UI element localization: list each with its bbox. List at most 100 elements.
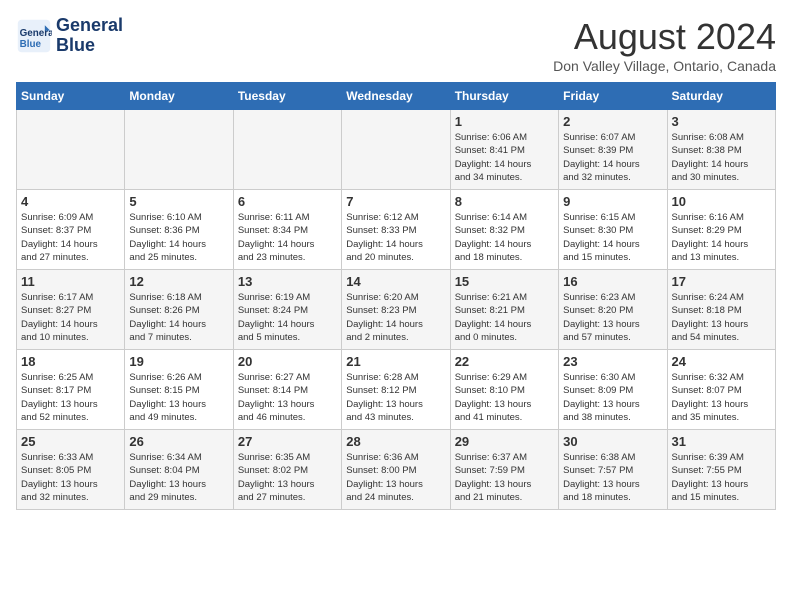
calendar-cell: 13Sunrise: 6:19 AM Sunset: 8:24 PM Dayli… bbox=[233, 270, 341, 350]
day-number: 23 bbox=[563, 354, 662, 369]
day-number: 1 bbox=[455, 114, 554, 129]
calendar-cell: 20 Sunrise: 6:27 AM Sunset: 8:14 PM Dayli… bbox=[233, 350, 341, 430]
calendar-cell: 24 Sunrise: 6:32 AM Sunset: 8:07 PM Dayli… bbox=[667, 350, 775, 430]
header: General Blue General Blue August 2024 Do… bbox=[16, 16, 776, 74]
day-number: 14 bbox=[346, 274, 445, 289]
day-number: 31 bbox=[672, 434, 771, 449]
day-number: 30 bbox=[563, 434, 662, 449]
calendar-cell bbox=[125, 110, 233, 190]
day-number: 27 bbox=[238, 434, 337, 449]
calendar-cell: 17 Sunrise: 6:24 AM Sunset: 8:18 PM Dayli… bbox=[667, 270, 775, 350]
day-info: Sunrise: 6:23 AM Sunset: 8:20 PM Dayligh… bbox=[563, 291, 662, 344]
day-number: 15 bbox=[455, 274, 554, 289]
calendar-body: 1 Sunrise: 6:06 AM Sunset: 8:41 PM Daylig… bbox=[17, 110, 776, 510]
day-number: 6 bbox=[238, 194, 337, 209]
day-info: Sunrise: 6:25 AM Sunset: 8:17 PM Dayligh… bbox=[21, 371, 120, 424]
header-cell-friday: Friday bbox=[559, 83, 667, 110]
calendar-cell: 15Sunrise: 6:21 AM Sunset: 8:21 PM Dayli… bbox=[450, 270, 558, 350]
day-info: Sunrise: 6:30 AM Sunset: 8:09 PM Dayligh… bbox=[563, 371, 662, 424]
day-number: 25 bbox=[21, 434, 120, 449]
calendar-cell: 21 Sunrise: 6:28 AM Sunset: 8:12 PM Dayli… bbox=[342, 350, 450, 430]
calendar-week-2: 4Sunrise: 6:09 AM Sunset: 8:37 PM Daylig… bbox=[17, 190, 776, 270]
day-number: 22 bbox=[455, 354, 554, 369]
calendar-cell: 11 Sunrise: 6:17 AM Sunset: 8:27 PM Dayli… bbox=[17, 270, 125, 350]
calendar-cell: 19Sunrise: 6:26 AM Sunset: 8:15 PM Dayli… bbox=[125, 350, 233, 430]
day-info: Sunrise: 6:10 AM Sunset: 8:36 PM Dayligh… bbox=[129, 211, 228, 264]
day-info: Sunrise: 6:39 AM Sunset: 7:55 PM Dayligh… bbox=[672, 451, 771, 504]
day-info: Sunrise: 6:15 AM Sunset: 8:30 PM Dayligh… bbox=[563, 211, 662, 264]
logo-icon: General Blue bbox=[16, 18, 52, 54]
calendar-cell: 7Sunrise: 6:12 AM Sunset: 8:33 PM Daylig… bbox=[342, 190, 450, 270]
day-info: Sunrise: 6:37 AM Sunset: 7:59 PM Dayligh… bbox=[455, 451, 554, 504]
day-number: 20 bbox=[238, 354, 337, 369]
day-info: Sunrise: 6:26 AM Sunset: 8:15 PM Dayligh… bbox=[129, 371, 228, 424]
calendar-cell: 12 Sunrise: 6:18 AM Sunset: 8:26 PM Dayli… bbox=[125, 270, 233, 350]
header-cell-tuesday: Tuesday bbox=[233, 83, 341, 110]
day-number: 21 bbox=[346, 354, 445, 369]
calendar-cell: 16 Sunrise: 6:23 AM Sunset: 8:20 PM Dayli… bbox=[559, 270, 667, 350]
day-info: Sunrise: 6:20 AM Sunset: 8:23 PM Dayligh… bbox=[346, 291, 445, 344]
day-number: 28 bbox=[346, 434, 445, 449]
calendar-cell: 4Sunrise: 6:09 AM Sunset: 8:37 PM Daylig… bbox=[17, 190, 125, 270]
day-info: Sunrise: 6:18 AM Sunset: 8:26 PM Dayligh… bbox=[129, 291, 228, 344]
month-title: August 2024 bbox=[553, 16, 776, 58]
day-info: Sunrise: 6:34 AM Sunset: 8:04 PM Dayligh… bbox=[129, 451, 228, 504]
calendar-cell: 8Sunrise: 6:14 AM Sunset: 8:32 PM Daylig… bbox=[450, 190, 558, 270]
day-info: Sunrise: 6:27 AM Sunset: 8:14 PM Dayligh… bbox=[238, 371, 337, 424]
calendar-cell: 6 Sunrise: 6:11 AM Sunset: 8:34 PM Daylig… bbox=[233, 190, 341, 270]
day-info: Sunrise: 6:35 AM Sunset: 8:02 PM Dayligh… bbox=[238, 451, 337, 504]
day-number: 3 bbox=[672, 114, 771, 129]
calendar-cell: 22 Sunrise: 6:29 AM Sunset: 8:10 PM Dayli… bbox=[450, 350, 558, 430]
day-number: 5 bbox=[129, 194, 228, 209]
day-info: Sunrise: 6:08 AM Sunset: 8:38 PM Dayligh… bbox=[672, 131, 771, 184]
calendar-cell: 1 Sunrise: 6:06 AM Sunset: 8:41 PM Daylig… bbox=[450, 110, 558, 190]
day-number: 29 bbox=[455, 434, 554, 449]
day-info: Sunrise: 6:14 AM Sunset: 8:32 PM Dayligh… bbox=[455, 211, 554, 264]
calendar-cell bbox=[342, 110, 450, 190]
day-info: Sunrise: 6:06 AM Sunset: 8:41 PM Dayligh… bbox=[455, 131, 554, 184]
day-info: Sunrise: 6:28 AM Sunset: 8:12 PM Dayligh… bbox=[346, 371, 445, 424]
day-info: Sunrise: 6:11 AM Sunset: 8:34 PM Dayligh… bbox=[238, 211, 337, 264]
calendar-cell bbox=[233, 110, 341, 190]
header-cell-thursday: Thursday bbox=[450, 83, 558, 110]
day-info: Sunrise: 6:24 AM Sunset: 8:18 PM Dayligh… bbox=[672, 291, 771, 344]
day-number: 17 bbox=[672, 274, 771, 289]
header-cell-wednesday: Wednesday bbox=[342, 83, 450, 110]
day-info: Sunrise: 6:17 AM Sunset: 8:27 PM Dayligh… bbox=[21, 291, 120, 344]
calendar-week-4: 18Sunrise: 6:25 AM Sunset: 8:17 PM Dayli… bbox=[17, 350, 776, 430]
day-info: Sunrise: 6:07 AM Sunset: 8:39 PM Dayligh… bbox=[563, 131, 662, 184]
title-area: August 2024 Don Valley Village, Ontario,… bbox=[553, 16, 776, 74]
calendar-cell: 14 Sunrise: 6:20 AM Sunset: 8:23 PM Dayli… bbox=[342, 270, 450, 350]
day-number: 11 bbox=[21, 274, 120, 289]
day-info: Sunrise: 6:29 AM Sunset: 8:10 PM Dayligh… bbox=[455, 371, 554, 424]
day-number: 16 bbox=[563, 274, 662, 289]
day-info: Sunrise: 6:38 AM Sunset: 7:57 PM Dayligh… bbox=[563, 451, 662, 504]
calendar-cell: 18Sunrise: 6:25 AM Sunset: 8:17 PM Dayli… bbox=[17, 350, 125, 430]
calendar-header: SundayMondayTuesdayWednesdayThursdayFrid… bbox=[17, 83, 776, 110]
day-info: Sunrise: 6:19 AM Sunset: 8:24 PM Dayligh… bbox=[238, 291, 337, 344]
logo-line2: Blue bbox=[56, 36, 123, 56]
day-number: 12 bbox=[129, 274, 228, 289]
day-info: Sunrise: 6:33 AM Sunset: 8:05 PM Dayligh… bbox=[21, 451, 120, 504]
svg-text:Blue: Blue bbox=[20, 39, 42, 50]
calendar-cell: 3 Sunrise: 6:08 AM Sunset: 8:38 PM Daylig… bbox=[667, 110, 775, 190]
location: Don Valley Village, Ontario, Canada bbox=[553, 58, 776, 74]
calendar-cell: 10Sunrise: 6:16 AM Sunset: 8:29 PM Dayli… bbox=[667, 190, 775, 270]
calendar-table: SundayMondayTuesdayWednesdayThursdayFrid… bbox=[16, 82, 776, 510]
day-info: Sunrise: 6:32 AM Sunset: 8:07 PM Dayligh… bbox=[672, 371, 771, 424]
header-cell-sunday: Sunday bbox=[17, 83, 125, 110]
day-info: Sunrise: 6:12 AM Sunset: 8:33 PM Dayligh… bbox=[346, 211, 445, 264]
day-number: 9 bbox=[563, 194, 662, 209]
calendar-cell bbox=[17, 110, 125, 190]
calendar-cell: 23 Sunrise: 6:30 AM Sunset: 8:09 PM Dayli… bbox=[559, 350, 667, 430]
logo-line1: General bbox=[56, 16, 123, 36]
day-number: 24 bbox=[672, 354, 771, 369]
header-cell-saturday: Saturday bbox=[667, 83, 775, 110]
calendar-cell: 9 Sunrise: 6:15 AM Sunset: 8:30 PM Daylig… bbox=[559, 190, 667, 270]
day-info: Sunrise: 6:16 AM Sunset: 8:29 PM Dayligh… bbox=[672, 211, 771, 264]
calendar-cell: 29 Sunrise: 6:37 AM Sunset: 7:59 PM Dayli… bbox=[450, 430, 558, 510]
calendar-week-1: 1 Sunrise: 6:06 AM Sunset: 8:41 PM Daylig… bbox=[17, 110, 776, 190]
calendar-cell: 5 Sunrise: 6:10 AM Sunset: 8:36 PM Daylig… bbox=[125, 190, 233, 270]
calendar-cell: 27 Sunrise: 6:35 AM Sunset: 8:02 PM Dayli… bbox=[233, 430, 341, 510]
day-number: 26 bbox=[129, 434, 228, 449]
